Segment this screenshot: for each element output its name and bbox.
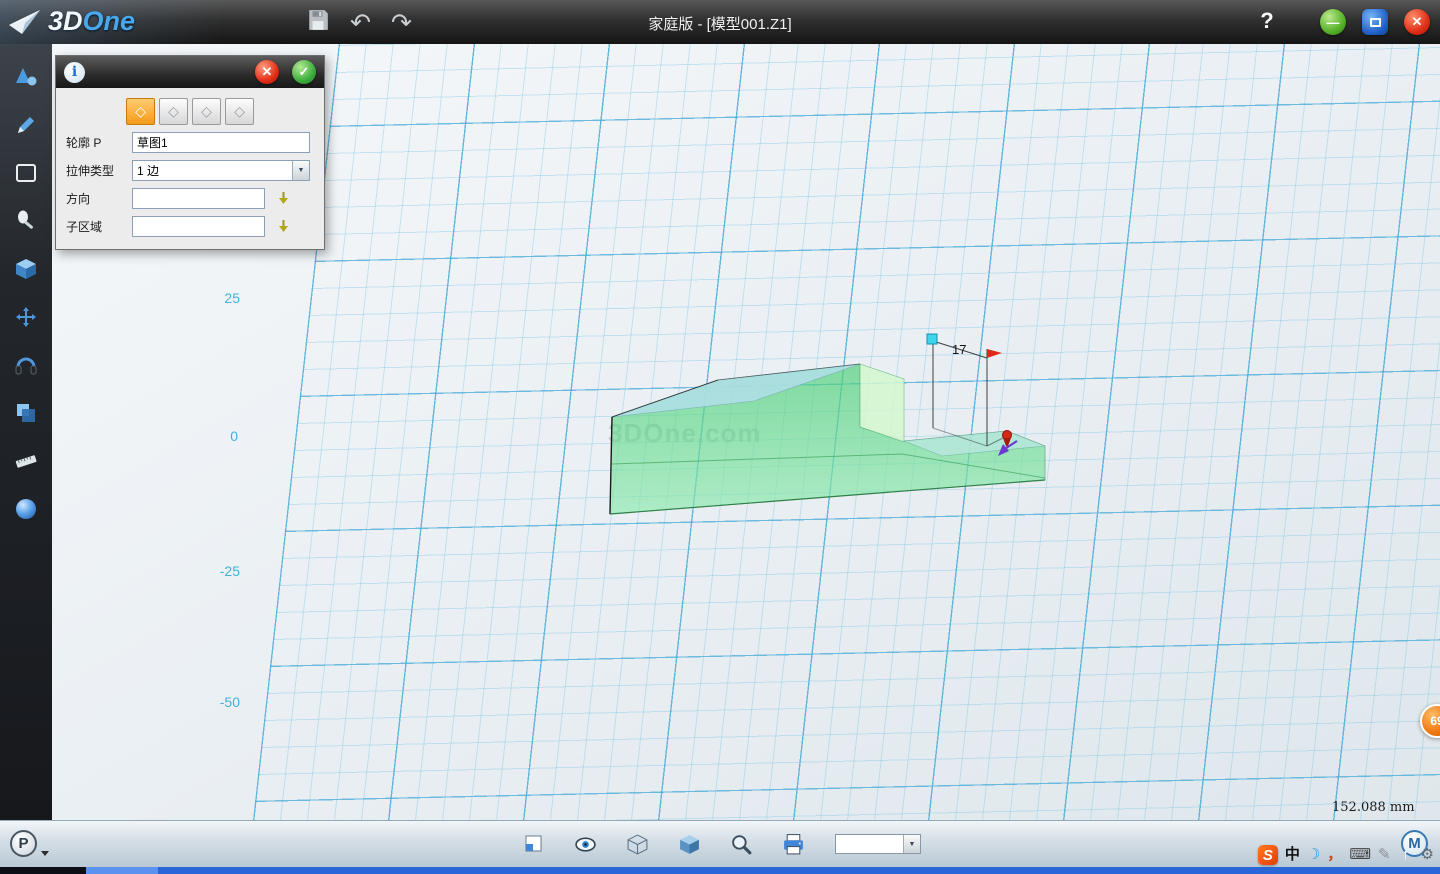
extrude-type-buttons: ◇ ◇ ◇ ◇ (126, 98, 314, 125)
taskbar-strip-light (86, 867, 158, 874)
sidebar-item-solid[interactable] (9, 256, 43, 282)
ime-halfwidth-moon-icon[interactable]: ☽ (1307, 845, 1320, 865)
view-toolbar: P (0, 820, 1440, 867)
dialog-body: ◇ ◇ ◇ ◇ 轮廓 P 拉伸类型 1 边 ▼ 方向 (56, 88, 324, 249)
direction-label: 方向 (66, 190, 132, 207)
zoom-button[interactable] (727, 831, 755, 857)
dialog-header: i ✕ ✓ (56, 56, 324, 88)
pick-arrow-icon (276, 219, 291, 234)
dialog-cancel-button[interactable]: ✕ (255, 60, 279, 84)
sidebar-item-special-shape[interactable] (9, 208, 43, 234)
direction-input[interactable] (132, 188, 265, 209)
subregion-input[interactable] (132, 216, 265, 237)
ime-pen-icon[interactable]: ✎ (1378, 845, 1391, 865)
ime-mode-chinese-icon[interactable]: 中 (1285, 845, 1300, 865)
extrude-dialog: i ✕ ✓ ◇ ◇ ◇ ◇ 轮廓 P 拉伸类型 1 边 ▼ (55, 55, 325, 250)
direction-picker-button[interactable] (275, 191, 291, 207)
info-icon[interactable]: i (64, 62, 85, 83)
ruler-icon (14, 449, 38, 473)
extrude-type-1-button[interactable]: ◇ (126, 98, 155, 125)
extrude-type-label: 拉伸类型 (66, 162, 132, 179)
profile-input[interactable] (132, 132, 310, 153)
ime-upload-icon[interactable]: ↑ (1398, 847, 1414, 863)
view-select[interactable]: ▼ (835, 834, 921, 854)
extrude-type-2-button[interactable]: ◇ (159, 98, 188, 125)
printer-icon (782, 833, 805, 856)
taskbar-strip-dark (0, 867, 86, 874)
sidebar-item-material[interactable] (9, 496, 43, 522)
plane-mode-button[interactable]: P (10, 830, 37, 857)
profile-label: 轮廓 P (66, 134, 132, 151)
subregion-row: 子区域 (66, 216, 314, 237)
dimension-label: 17 (952, 342, 966, 357)
ime-punctuation-icon[interactable]: ， (1327, 845, 1342, 865)
ime-keyboard-icon[interactable]: ⌨ (1349, 845, 1371, 865)
subregion-picker-button[interactable] (275, 219, 291, 235)
chevron-down-icon[interactable]: ▼ (292, 161, 309, 180)
pick-arrow-icon (276, 191, 291, 206)
app-window: 3DOne ↶ ↷ 家庭版 - [模型001.Z1] ? — ✕ (0, 0, 1440, 874)
maximize-icon (1370, 18, 1381, 27)
sidebar-item-measure[interactable] (9, 448, 43, 474)
sidebar-item-move[interactable] (9, 304, 43, 330)
direction-row: 方向 (66, 188, 314, 209)
close-button[interactable]: ✕ (1404, 9, 1430, 35)
align-view-button[interactable] (519, 831, 547, 857)
stacked-layers-icon (14, 401, 38, 425)
extrude-type-value: 1 边 (137, 162, 159, 179)
extrude-type-row: 拉伸类型 1 边 ▼ (66, 160, 314, 181)
eye-icon (574, 833, 597, 856)
drag-handle[interactable] (927, 334, 937, 344)
minimize-button[interactable]: — (1320, 9, 1346, 35)
shaded-cube-icon (678, 833, 701, 856)
extrude-preview-wireframe (933, 341, 1005, 446)
titlebar: 3DOne ↶ ↷ 家庭版 - [模型001.Z1] ? — ✕ (0, 0, 1440, 44)
move-arrows-icon (14, 305, 38, 329)
sketch-plane-icon (14, 161, 38, 185)
primitives-tool-icon (14, 65, 38, 89)
plane-mode-caret-icon[interactable] (41, 851, 49, 856)
sidebar-item-combine[interactable] (9, 400, 43, 426)
align-view-icon (522, 833, 545, 856)
tool-sidebar (0, 44, 52, 820)
ime-settings-icon[interactable]: ⚙ (1421, 845, 1434, 865)
sidebar-item-primitives[interactable] (9, 64, 43, 90)
pencil-icon (14, 113, 38, 137)
help-button[interactable]: ? (1253, 8, 1281, 34)
sidebar-item-sketch-draw[interactable] (9, 112, 43, 138)
spoon-tool-icon (14, 209, 38, 233)
flag-marker[interactable] (987, 349, 1002, 367)
wireframe-cube-icon (626, 833, 649, 856)
wireframe-display-button[interactable] (623, 831, 651, 857)
sphere-icon (14, 497, 38, 521)
ime-tray: S 中 ☽ ， ⌨ ✎ ↑ ⚙ (1258, 844, 1434, 866)
shaded-display-button[interactable] (675, 831, 703, 857)
extrude-type-3-button[interactable]: ◇ (192, 98, 221, 125)
maximize-button[interactable] (1362, 9, 1388, 35)
magnifier-icon (730, 833, 753, 856)
cube-icon (14, 257, 38, 281)
chevron-down-icon[interactable]: ▼ (903, 835, 920, 853)
dialog-confirm-button[interactable]: ✓ (292, 60, 316, 84)
extrude-type-4-button[interactable]: ◇ (225, 98, 254, 125)
extrude-type-select[interactable]: 1 边 ▼ (132, 160, 310, 181)
headset-icon (14, 353, 38, 377)
profile-row: 轮廓 P (66, 132, 314, 153)
sidebar-item-assembly[interactable] (9, 352, 43, 378)
subregion-label: 子区域 (66, 218, 132, 235)
window-title: 家庭版 - [模型001.Z1] (0, 13, 1440, 34)
print-button[interactable] (779, 831, 807, 857)
sidebar-item-sketch-plane[interactable] (9, 160, 43, 186)
taskbar-strip (158, 867, 1440, 874)
visibility-button[interactable] (571, 831, 599, 857)
ime-logo-icon[interactable]: S (1258, 845, 1278, 865)
